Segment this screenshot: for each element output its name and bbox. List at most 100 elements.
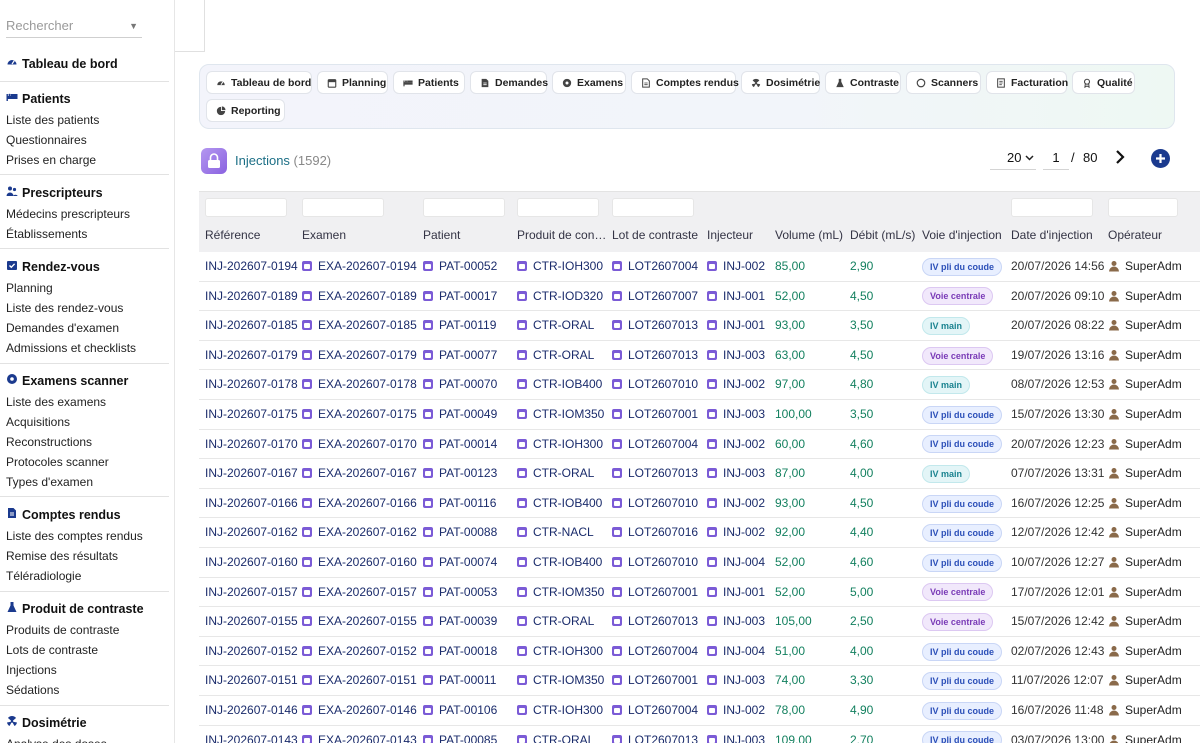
column-header[interactable]: Date d'injection <box>1011 228 1106 242</box>
product-link[interactable]: CTR-IOM350 <box>517 666 617 695</box>
injector-link[interactable]: INJ-003 <box>707 726 779 743</box>
product-link[interactable]: CTR-ORAL <box>517 607 617 636</box>
lot-link[interactable]: LOT2607001 <box>612 578 712 607</box>
lot-link[interactable]: LOT2607010 <box>612 489 712 518</box>
product-link[interactable]: CTR-IOD320 <box>517 282 617 311</box>
column-header[interactable]: Voie d'injection <box>922 228 1008 242</box>
product-link[interactable]: CTR-IOH300 <box>517 696 617 725</box>
product-link[interactable]: CTR-IOB400 <box>517 370 617 399</box>
nav-pill-demandes[interactable]: Demandes <box>470 71 548 94</box>
sidebar-item[interactable]: Liste des comptes rendus <box>6 529 143 543</box>
column-filter-input[interactable] <box>1011 198 1093 217</box>
product-link[interactable]: CTR-ORAL <box>517 341 617 370</box>
patient-link[interactable]: PAT-00116 <box>423 489 521 518</box>
sidebar-item[interactable]: Acquisitions <box>6 415 70 429</box>
table-row[interactable]: INJ-202607-0189 EXA-202607-0189 PAT-00017 C… <box>199 282 1200 312</box>
sidebar-item[interactable]: Types d'examen <box>6 475 93 489</box>
column-filter-input[interactable] <box>517 198 599 217</box>
sidebar-item[interactable]: Planning <box>6 281 53 295</box>
column-header[interactable]: Examen <box>302 228 420 242</box>
lot-link[interactable]: LOT2607013 <box>612 341 712 370</box>
patient-link[interactable]: PAT-00018 <box>423 637 521 666</box>
injector-link[interactable]: INJ-003 <box>707 459 779 488</box>
lot-link[interactable]: LOT2607001 <box>612 666 712 695</box>
exam-link[interactable]: EXA-202607-0166 <box>302 489 428 518</box>
exam-link[interactable]: EXA-202607-0194 <box>302 252 428 281</box>
sidebar-item[interactable]: Injections <box>6 663 57 677</box>
lot-link[interactable]: LOT2607016 <box>612 518 712 547</box>
patient-link[interactable]: PAT-00123 <box>423 459 521 488</box>
next-page-button[interactable] <box>1111 148 1129 166</box>
table-row[interactable]: INJ-202607-0185 EXA-202607-0185 PAT-00119 C… <box>199 311 1200 341</box>
column-filter-input[interactable] <box>423 198 505 217</box>
sidebar-item[interactable]: Questionnaires <box>6 133 87 147</box>
patient-link[interactable]: PAT-00119 <box>423 311 521 340</box>
reference-cell[interactable]: INJ-202607-0178 <box>205 370 305 399</box>
column-header[interactable]: Volume (mL) <box>775 228 847 242</box>
table-row[interactable]: INJ-202607-0152 EXA-202607-0152 PAT-00018 C… <box>199 637 1200 667</box>
table-row[interactable]: INJ-202607-0170 EXA-202607-0170 PAT-00014 C… <box>199 430 1200 460</box>
sidebar-item[interactable]: Liste des patients <box>6 113 99 127</box>
exam-link[interactable]: EXA-202607-0155 <box>302 607 428 636</box>
sidebar-section-produit-de-contraste[interactable]: Produit de contraste <box>6 601 144 616</box>
patient-link[interactable]: PAT-00052 <box>423 252 521 281</box>
patient-link[interactable]: PAT-00017 <box>423 282 521 311</box>
injector-link[interactable]: INJ-004 <box>707 548 779 577</box>
product-link[interactable]: CTR-ORAL <box>517 459 617 488</box>
sidebar-item[interactable]: Remise des résultats <box>6 549 118 563</box>
exam-link[interactable]: EXA-202607-0178 <box>302 370 428 399</box>
nav-pill-facturation[interactable]: Facturation <box>986 71 1068 94</box>
lot-link[interactable]: LOT2607004 <box>612 637 712 666</box>
exam-link[interactable]: EXA-202607-0170 <box>302 430 428 459</box>
chevron-down-icon[interactable]: ▼ <box>129 14 138 38</box>
reference-cell[interactable]: INJ-202607-0194 <box>205 252 305 281</box>
sidebar-item[interactable]: Analyse des doses <box>6 737 107 743</box>
injector-link[interactable]: INJ-001 <box>707 578 779 607</box>
patient-link[interactable]: PAT-00088 <box>423 518 521 547</box>
patient-link[interactable]: PAT-00070 <box>423 370 521 399</box>
table-row[interactable]: INJ-202607-0167 EXA-202607-0167 PAT-00123 C… <box>199 459 1200 489</box>
nav-pill-examens[interactable]: Examens <box>552 71 626 94</box>
patient-link[interactable]: PAT-00049 <box>423 400 521 429</box>
exam-link[interactable]: EXA-202607-0189 <box>302 282 428 311</box>
product-link[interactable]: CTR-NACL <box>517 518 617 547</box>
sidebar-item[interactable]: Admissions et checklists <box>6 341 136 355</box>
injector-link[interactable]: INJ-002 <box>707 696 779 725</box>
exam-link[interactable]: EXA-202607-0179 <box>302 341 428 370</box>
column-header[interactable]: Lot de contraste <box>612 228 704 242</box>
add-injection-button[interactable] <box>1151 149 1170 168</box>
reference-cell[interactable]: INJ-202607-0189 <box>205 282 305 311</box>
table-row[interactable]: INJ-202607-0155 EXA-202607-0155 PAT-00039 C… <box>199 607 1200 637</box>
sidebar-item[interactable]: Médecins prescripteurs <box>6 207 130 221</box>
nav-pill-tableau-de-bord[interactable]: Tableau de bord <box>206 71 312 94</box>
exam-link[interactable]: EXA-202607-0152 <box>302 637 428 666</box>
nav-pill-qualite[interactable]: Qualité <box>1072 71 1135 94</box>
nav-pill-contraste[interactable]: Contraste <box>825 71 901 94</box>
exam-link[interactable]: EXA-202607-0151 <box>302 666 428 695</box>
injector-link[interactable]: INJ-001 <box>707 282 779 311</box>
nav-pill-scanners[interactable]: Scanners <box>906 71 981 94</box>
column-header[interactable]: Patient <box>423 228 513 242</box>
injector-link[interactable]: INJ-003 <box>707 400 779 429</box>
sidebar-section-examens-scanner[interactable]: Examens scanner <box>6 373 128 388</box>
reference-cell[interactable]: INJ-202607-0167 <box>205 459 305 488</box>
reference-cell[interactable]: INJ-202607-0151 <box>205 666 305 695</box>
page-number-input[interactable]: 1 <box>1043 150 1069 170</box>
reference-cell[interactable]: INJ-202607-0179 <box>205 341 305 370</box>
sidebar-section-patients[interactable]: Patients <box>6 91 71 106</box>
product-link[interactable]: CTR-IOB400 <box>517 489 617 518</box>
reference-cell[interactable]: INJ-202607-0146 <box>205 696 305 725</box>
sidebar-item[interactable]: Reconstructions <box>6 435 92 449</box>
table-row[interactable]: INJ-202607-0179 EXA-202607-0179 PAT-00077 C… <box>199 341 1200 371</box>
sidebar-item[interactable]: Produits de contraste <box>6 623 119 637</box>
injector-link[interactable]: INJ-002 <box>707 252 779 281</box>
column-header[interactable]: Débit (mL/s) <box>850 228 918 242</box>
lot-link[interactable]: LOT2607013 <box>612 726 712 743</box>
sidebar-item[interactable]: Sédations <box>6 683 59 697</box>
exam-link[interactable]: EXA-202607-0157 <box>302 578 428 607</box>
nav-pill-comptes-rendus[interactable]: Comptes rendus <box>631 71 739 94</box>
patient-link[interactable]: PAT-00053 <box>423 578 521 607</box>
product-link[interactable]: CTR-ORAL <box>517 311 617 340</box>
lot-link[interactable]: LOT2607013 <box>612 459 712 488</box>
column-filter-input[interactable] <box>205 198 287 217</box>
